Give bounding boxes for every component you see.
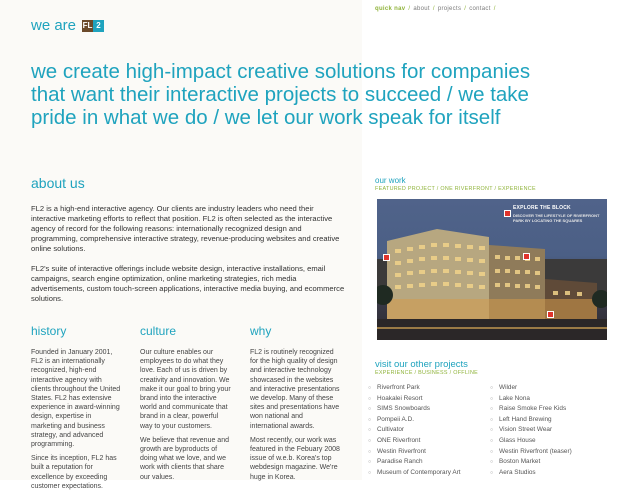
history-paragraph-2: Since its inception, FL2 has built a rep… (31, 455, 117, 490)
list-item[interactable]: Museum of Contemporary Art (368, 468, 484, 479)
logo[interactable]: we are FL 2 (31, 17, 105, 34)
explore-marker-icon (504, 210, 511, 217)
hotspot-square-3[interactable] (547, 311, 554, 318)
list-item[interactable]: Raise Smoke Free Kids (490, 404, 630, 415)
projects-list-1: Riverfront Park Hoakalei Resort SIMS Sno… (368, 383, 484, 478)
culture-column: Our culture enables our employees to do … (140, 348, 232, 487)
list-item[interactable]: Westin Riverfront (368, 447, 484, 458)
history-paragraph-1: Founded in January 2001, FL2 is an inter… (31, 349, 121, 449)
nav-separator: / (408, 6, 411, 12)
list-item[interactable]: Pompeii A.D. (368, 415, 484, 426)
visit-subtitle[interactable]: EXPERIENCE / BUSINESS / OFFLINE (375, 370, 478, 376)
logo-text: we are (31, 17, 77, 34)
hotspot-square-2[interactable] (523, 253, 530, 260)
list-item[interactable]: Hoakalei Resort (368, 394, 484, 405)
about-title: about us (31, 175, 85, 191)
culture-title: culture (140, 324, 177, 338)
why-paragraph-2: Most recently, our work was featured in … (250, 436, 340, 481)
hotspot-square-1[interactable] (383, 254, 390, 261)
explore-subtext: DISCOVER THE LIFESTYLE OF RIVERFRONT PAR… (513, 213, 600, 223)
nav-link-contact[interactable]: contact (469, 6, 490, 12)
about-paragraph-2: FL2's suite of interactive offerings inc… (31, 264, 345, 303)
list-item[interactable]: Paradise Ranch (368, 457, 484, 468)
hero-statement: we create high-impact creative solutions… (31, 60, 531, 129)
nav-separator: / (464, 6, 467, 12)
projects-list-2: Wilder Lake Nona Raise Smoke Free Kids L… (490, 383, 630, 478)
featured-project-image[interactable]: EXPLORE THE BLOCK DISCOVER THE LIFESTYLE… (377, 199, 607, 340)
logo-box-2: 2 (93, 19, 105, 32)
list-item[interactable]: Cultivator (368, 425, 484, 436)
visit-title: visit our other projects (375, 359, 468, 370)
list-item[interactable]: Aera Studios (490, 468, 630, 479)
list-item[interactable]: Westin Riverfront (teaser) (490, 447, 630, 458)
quick-nav: quick nav / about / projects / contact / (375, 6, 496, 12)
list-item[interactable]: Vision Street Wear (490, 425, 630, 436)
about-paragraph-1: FL2 is a high-end interactive agency. Ou… (31, 204, 340, 253)
nav-link-projects[interactable]: projects (438, 6, 461, 12)
why-paragraph-1: FL2 is routinely recognized for the high… (250, 349, 340, 430)
history-column: Founded in January 2001, FL2 is an inter… (31, 348, 123, 496)
explore-heading: EXPLORE THE BLOCK (513, 205, 571, 211)
fl2-logo-mark: FL 2 (82, 19, 105, 32)
nav-link-about[interactable]: about (413, 6, 430, 12)
list-item[interactable]: ONE Riverfront (368, 436, 484, 447)
why-column: FL2 is routinely recognized for the high… (250, 348, 342, 487)
list-item[interactable]: Boston Market (490, 457, 630, 468)
logo-box-fl: FL (82, 19, 94, 32)
list-item[interactable]: Left Hand Brewing (490, 415, 630, 426)
list-item[interactable]: Riverfront Park (368, 383, 484, 394)
our-work-title: our work (375, 176, 406, 185)
list-item[interactable]: Glass House (490, 436, 630, 447)
list-item[interactable]: Wilder (490, 383, 630, 394)
nav-separator: / (493, 6, 496, 12)
culture-paragraph-1: Our culture enables our employees to do … (140, 349, 231, 430)
culture-paragraph-2: We believe that revenue and growth are b… (140, 436, 229, 481)
quick-nav-label: quick nav (375, 6, 406, 12)
nav-separator: / (432, 6, 435, 12)
why-title: why (250, 324, 272, 338)
list-item[interactable]: SIMS Snowboards (368, 404, 484, 415)
list-item[interactable]: Lake Nona (490, 394, 630, 405)
history-title: history (31, 324, 67, 338)
our-work-subtitle[interactable]: FEATURED PROJECT / ONE RIVERFRONT / EXPE… (375, 186, 536, 192)
